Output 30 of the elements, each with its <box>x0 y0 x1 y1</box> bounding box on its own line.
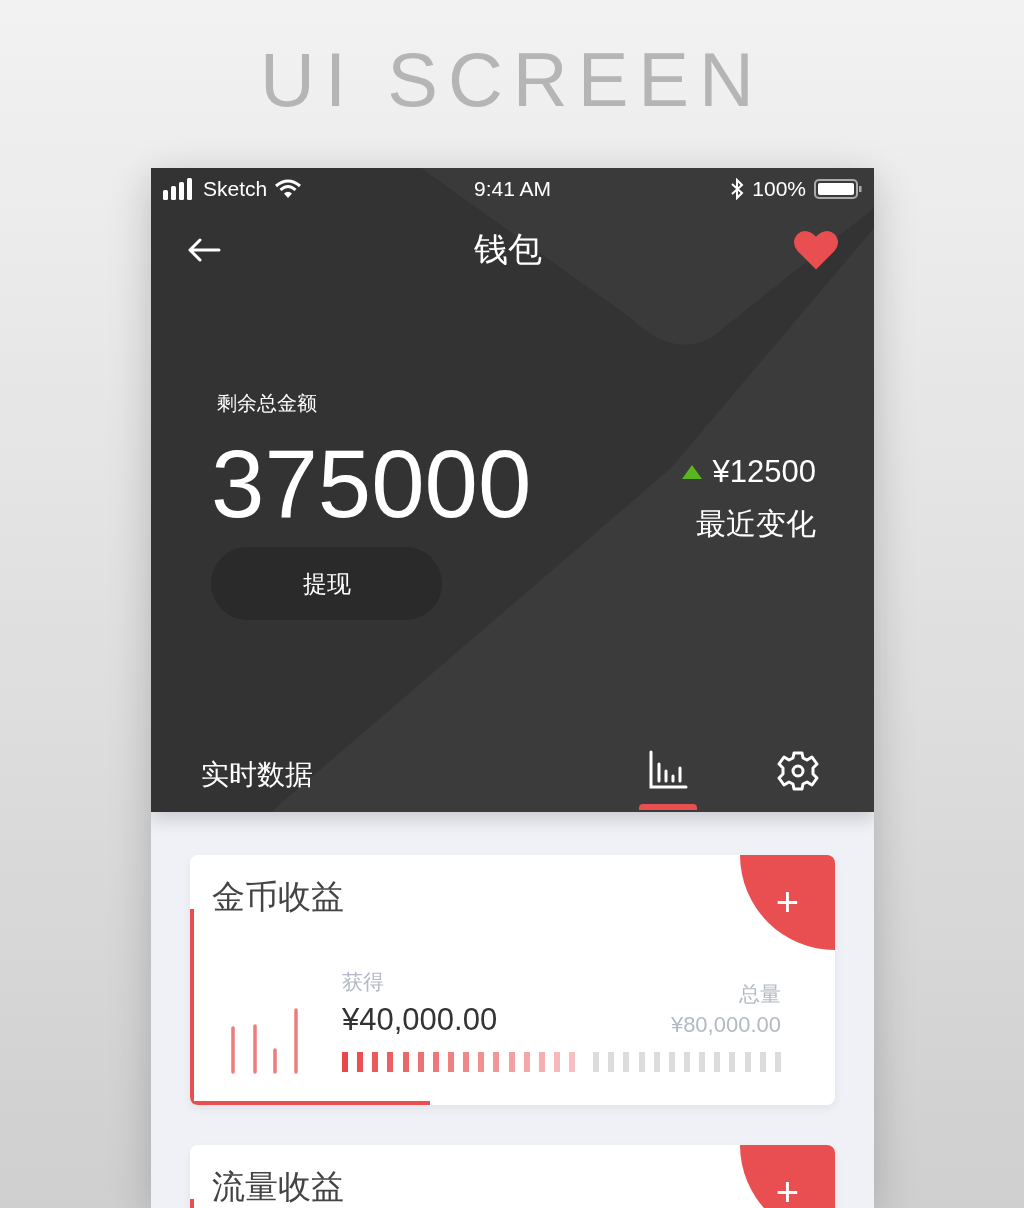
change-amount: ¥12500 <box>712 454 816 490</box>
section-title: 实时数据 <box>201 757 313 793</box>
battery-percent: 100% <box>752 177 806 201</box>
total-label: 总量 <box>739 981 781 1008</box>
total-amount: ¥80,000.00 <box>670 1012 781 1038</box>
screen-title: 钱包 <box>473 228 542 271</box>
bluetooth-icon <box>730 178 745 200</box>
bar-chart-icon <box>648 750 688 790</box>
mini-bar-chart <box>230 1008 300 1074</box>
chart-tab[interactable] <box>638 750 698 812</box>
earned-label: 获得 <box>342 969 385 996</box>
withdraw-button[interactable]: 提现 <box>211 547 442 620</box>
status-time: 9:41 AM <box>473 177 552 201</box>
back-arrow-icon[interactable] <box>187 237 221 263</box>
card-title: 金币收益 <box>212 876 344 918</box>
change-label: 最近变化 <box>696 505 816 543</box>
battery-icon <box>814 178 862 200</box>
signal-icon <box>163 178 195 200</box>
card-title: 流量收益 <box>212 1166 344 1208</box>
page-heading: UI SCREEN <box>259 36 765 124</box>
balance-label: 剩余总金额 <box>217 390 317 417</box>
heart-icon[interactable] <box>794 230 838 270</box>
balance-amount: 375000 <box>211 429 532 539</box>
earned-amount: ¥40,000.00 <box>342 1002 498 1038</box>
wifi-icon <box>275 179 302 199</box>
carrier-name: Sketch <box>203 177 268 201</box>
settings-icon <box>777 750 819 792</box>
add-button[interactable]: + <box>740 855 835 950</box>
trend-up-icon <box>680 464 703 480</box>
add-button[interactable]: + <box>740 1145 835 1208</box>
